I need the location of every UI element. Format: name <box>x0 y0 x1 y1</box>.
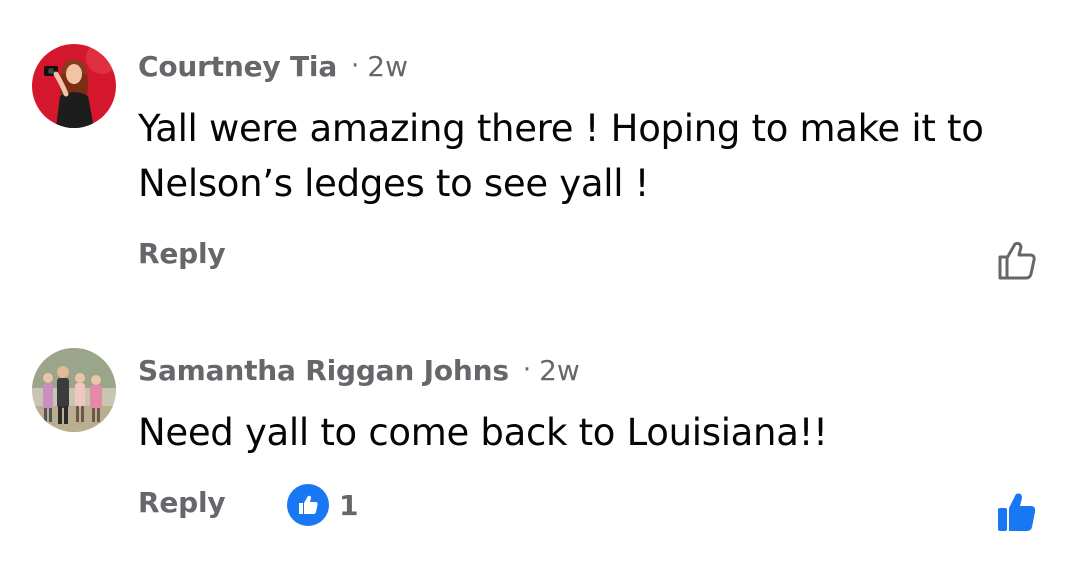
reply-button[interactable]: Reply <box>138 486 226 519</box>
profile-photo-icon <box>32 348 116 432</box>
comment-text: Need yall to come back to Louisiana!! <box>138 411 828 454</box>
timestamp[interactable]: 2w <box>539 354 580 387</box>
separator-dot: · <box>351 51 360 81</box>
author-name[interactable]: Courtney Tia <box>138 50 337 83</box>
avatar[interactable] <box>32 44 116 128</box>
like-reaction-icon <box>287 484 329 526</box>
avatar[interactable] <box>32 348 116 432</box>
author-name[interactable]: Samantha Riggan Johns <box>138 354 509 387</box>
comment-header: Samantha Riggan Johns · 2w <box>138 350 580 390</box>
reaction-count: 1 <box>339 488 359 522</box>
like-button[interactable] <box>992 236 1040 284</box>
comment-item: Courtney Tia · 2w Yall were amazing ther… <box>0 0 1080 300</box>
comment-text: Yall were amazing there ! Hoping to make… <box>138 107 984 205</box>
comment-header: Courtney Tia · 2w <box>138 46 408 86</box>
profile-photo-icon <box>32 44 116 128</box>
reaction-summary[interactable]: 1 <box>287 483 358 527</box>
timestamp[interactable]: 2w <box>367 50 408 83</box>
thumbs-up-outline-icon <box>998 241 1036 280</box>
reply-button[interactable]: Reply <box>138 237 226 270</box>
like-button[interactable] <box>992 488 1040 536</box>
comment-item: Samantha Riggan Johns · 2w Need yall to … <box>0 300 1080 564</box>
separator-dot: · <box>522 355 532 385</box>
thumbs-up-filled-icon <box>998 493 1036 531</box>
